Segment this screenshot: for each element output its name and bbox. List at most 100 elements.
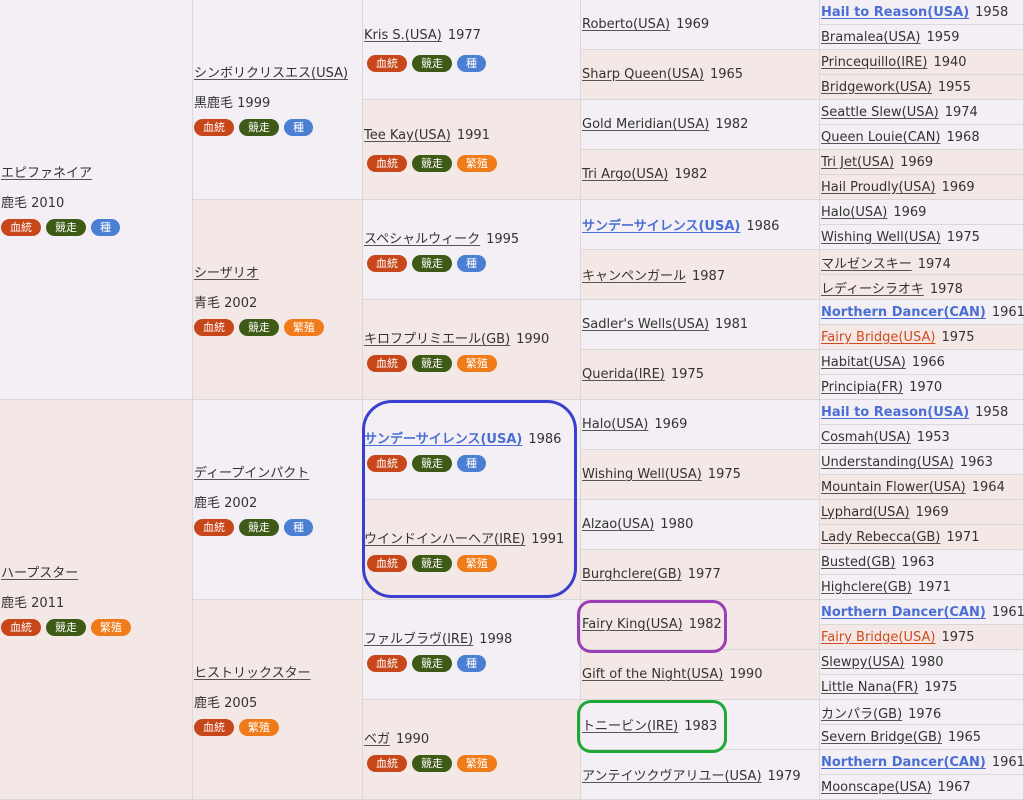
horse-name[interactable]: キロフプリミエール(GB): [364, 332, 510, 347]
horse-name[interactable]: Halo(USA): [582, 417, 648, 432]
badge-racing[interactable]: 競走: [239, 119, 279, 136]
horse-name[interactable]: Principia(FR): [821, 380, 903, 395]
horse-name[interactable]: Gold Meridian(USA): [582, 117, 709, 132]
horse-name[interactable]: Roberto(USA): [582, 17, 670, 32]
horse-name[interactable]: Tri Argo(USA): [582, 167, 668, 182]
horse-name[interactable]: シンボリクリスエス(USA): [194, 66, 348, 81]
horse-name[interactable]: Tee Kay(USA): [364, 128, 451, 143]
badge-racing[interactable]: 競走: [412, 655, 452, 672]
horse-name[interactable]: Hail to Reason(USA): [821, 405, 969, 420]
badge-breeding[interactable]: 繁殖: [91, 619, 131, 636]
horse-name[interactable]: Seattle Slew(USA): [821, 105, 939, 120]
horse-name-link[interactable]: シーザリオ: [194, 262, 259, 281]
horse-name[interactable]: ウインドインハーヘア(IRE): [364, 532, 525, 547]
badge-stud[interactable]: 種: [457, 55, 486, 72]
horse-name[interactable]: Northern Dancer(CAN): [821, 605, 986, 620]
horse-name[interactable]: Sharp Queen(USA): [582, 67, 704, 82]
badge-bloodline[interactable]: 血統: [194, 119, 234, 136]
badge-racing[interactable]: 競走: [412, 755, 452, 772]
badge-stud[interactable]: 種: [91, 219, 120, 236]
horse-name[interactable]: エピファネイア: [1, 166, 92, 181]
horse-name-link[interactable]: エピファネイア: [1, 162, 92, 181]
horse-name[interactable]: Cosmah(USA): [821, 430, 911, 445]
horse-name[interactable]: カンパラ(GB): [821, 703, 902, 722]
horse-name[interactable]: マルゼンスキー: [821, 253, 912, 272]
badge-breeding[interactable]: 繁殖: [457, 155, 497, 172]
horse-name-link[interactable]: ハープスター: [1, 562, 78, 581]
horse-name[interactable]: Fairy Bridge(USA): [821, 630, 935, 645]
horse-name[interactable]: ディープインパクト: [194, 466, 309, 481]
horse-name[interactable]: レディーシラオキ: [821, 278, 924, 297]
horse-name[interactable]: ベガ: [364, 732, 390, 747]
badge-bloodline[interactable]: 血統: [194, 319, 234, 336]
horse-name[interactable]: Lyphard(USA): [821, 505, 910, 520]
horse-name[interactable]: Wishing Well(USA): [582, 467, 702, 482]
badge-bloodline[interactable]: 血統: [367, 455, 407, 472]
horse-name[interactable]: Highclere(GB): [821, 580, 912, 595]
horse-name[interactable]: アンテイツクヴアリユー(USA): [582, 765, 762, 784]
badge-breeding[interactable]: 繁殖: [457, 555, 497, 572]
horse-name[interactable]: Wishing Well(USA): [821, 230, 941, 245]
horse-name[interactable]: ハープスター: [1, 566, 78, 581]
horse-name[interactable]: Moonscape(USA): [821, 780, 932, 795]
horse-name[interactable]: Bramalea(USA): [821, 30, 920, 45]
badge-bloodline[interactable]: 血統: [1, 619, 41, 636]
horse-name[interactable]: Habitat(USA): [821, 355, 906, 370]
horse-name[interactable]: Understanding(USA): [821, 455, 954, 470]
badge-bloodline[interactable]: 血統: [194, 519, 234, 536]
badge-stud[interactable]: 種: [457, 655, 486, 672]
badge-racing[interactable]: 競走: [412, 455, 452, 472]
horse-name[interactable]: Lady Rebecca(GB): [821, 530, 940, 545]
badge-bloodline[interactable]: 血統: [367, 255, 407, 272]
horse-name[interactable]: Fairy Bridge(USA): [821, 330, 935, 345]
horse-name[interactable]: Northern Dancer(CAN): [821, 755, 986, 770]
badge-racing[interactable]: 競走: [412, 55, 452, 72]
horse-name[interactable]: トニービン(IRE): [582, 715, 678, 734]
horse-name[interactable]: Mountain Flower(USA): [821, 480, 966, 495]
badge-racing[interactable]: 競走: [412, 555, 452, 572]
horse-name[interactable]: Querida(IRE): [582, 367, 665, 382]
horse-name[interactable]: Kris S.(USA): [364, 28, 442, 43]
horse-name[interactable]: キャンペンガール: [582, 265, 686, 284]
badge-bloodline[interactable]: 血統: [367, 155, 407, 172]
badge-bloodline[interactable]: 血統: [194, 719, 234, 736]
horse-name[interactable]: Hail to Reason(USA): [821, 5, 969, 20]
horse-name[interactable]: Hail Proudly(USA): [821, 180, 936, 195]
badge-breeding[interactable]: 繁殖: [457, 755, 497, 772]
badge-bloodline[interactable]: 血統: [367, 655, 407, 672]
badge-stud[interactable]: 種: [284, 519, 313, 536]
badge-bloodline[interactable]: 血統: [367, 555, 407, 572]
horse-name[interactable]: ファルブラヴ(IRE): [364, 632, 473, 647]
badge-stud[interactable]: 種: [457, 255, 486, 272]
horse-name[interactable]: Busted(GB): [821, 555, 895, 570]
badge-breeding[interactable]: 繁殖: [284, 319, 324, 336]
badge-racing[interactable]: 競走: [412, 355, 452, 372]
horse-name[interactable]: サンデーサイレンス(USA): [364, 432, 522, 447]
badge-bloodline[interactable]: 血統: [1, 219, 41, 236]
badge-racing[interactable]: 競走: [239, 319, 279, 336]
badge-bloodline[interactable]: 血統: [367, 755, 407, 772]
horse-name[interactable]: Halo(USA): [821, 205, 887, 220]
badge-racing[interactable]: 競走: [412, 255, 452, 272]
badge-stud[interactable]: 種: [457, 455, 486, 472]
horse-name[interactable]: Queen Louie(CAN): [821, 130, 941, 145]
horse-name[interactable]: Slewpy(USA): [821, 655, 904, 670]
horse-name[interactable]: ヒストリックスター: [194, 666, 311, 681]
horse-name[interactable]: サンデーサイレンス(USA): [582, 215, 740, 234]
horse-name[interactable]: Tri Jet(USA): [821, 155, 894, 170]
badge-breeding[interactable]: 繁殖: [239, 719, 279, 736]
horse-name[interactable]: シーザリオ: [194, 266, 259, 281]
badge-bloodline[interactable]: 血統: [367, 55, 407, 72]
horse-name-link[interactable]: ヒストリックスター: [194, 662, 311, 681]
badge-stud[interactable]: 種: [284, 119, 313, 136]
horse-name-link[interactable]: ディープインパクト: [194, 462, 309, 481]
badge-racing[interactable]: 競走: [412, 155, 452, 172]
badge-breeding[interactable]: 繁殖: [457, 355, 497, 372]
horse-name[interactable]: Sadler's Wells(USA): [582, 317, 709, 332]
horse-name[interactable]: Alzao(USA): [582, 517, 654, 532]
horse-name[interactable]: Northern Dancer(CAN): [821, 305, 986, 320]
badge-racing[interactable]: 競走: [46, 619, 86, 636]
horse-name[interactable]: Severn Bridge(GB): [821, 730, 942, 745]
badge-racing[interactable]: 競走: [46, 219, 86, 236]
horse-name[interactable]: スペシャルウィーク: [364, 232, 480, 247]
